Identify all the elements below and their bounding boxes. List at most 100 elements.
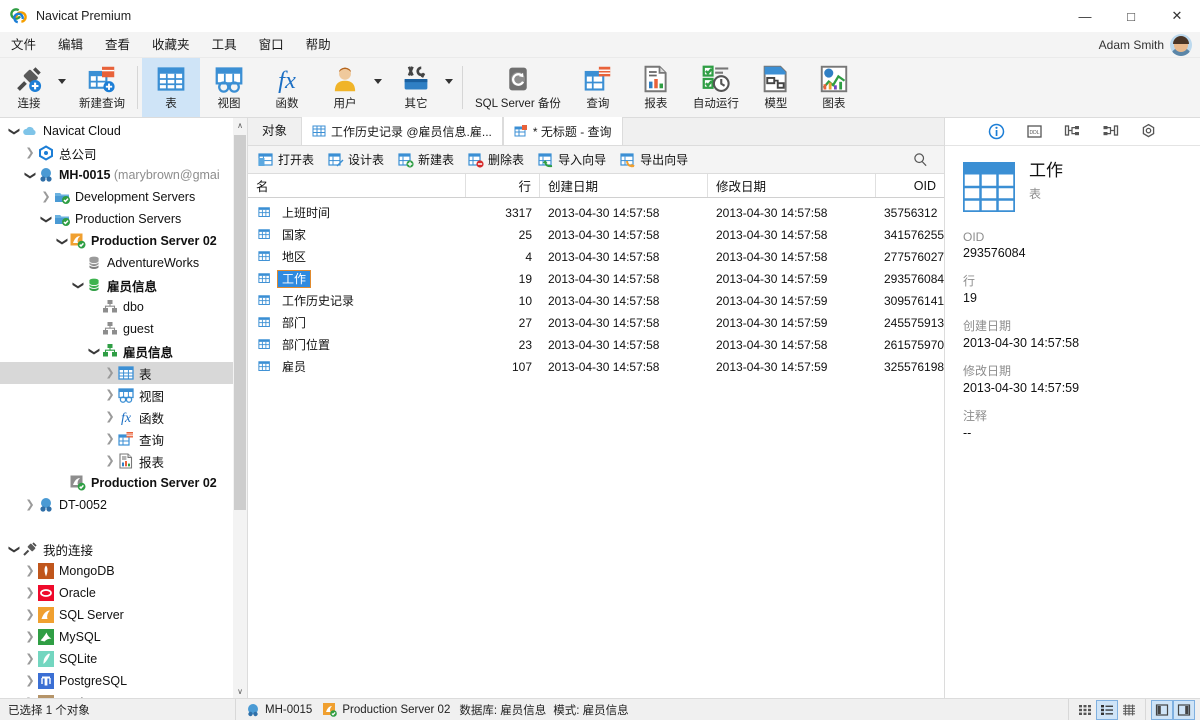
table-row[interactable]: 部门272013-04-30 14:57:582013-04-30 14:57:…	[248, 312, 944, 334]
tree-twisty[interactable]: ❯	[38, 192, 54, 203]
tree-twisty[interactable]: ❯	[22, 148, 38, 159]
tree-item-dbo[interactable]: dbo	[0, 296, 233, 318]
toolbar-dropdown-arrow[interactable]	[374, 58, 387, 117]
menu-help[interactable]: 帮助	[295, 32, 342, 58]
toolbar-button-view[interactable]: 视图	[200, 58, 258, 117]
tree-twisty[interactable]: ❯	[102, 390, 118, 401]
tree-item-mh-0015[interactable]: ❯MH-0015 (marybrown@gmai	[0, 164, 233, 186]
grid-view-button[interactable]	[1075, 701, 1095, 719]
tree-twisty[interactable]: ❯	[38, 214, 54, 225]
tab-work-history[interactable]: 工作历史记录 @雇员信息.雇...	[301, 117, 503, 145]
tree-item-[interactable]: ❯我的连接	[0, 538, 233, 560]
objbar-import-wizard-button[interactable]: 导入向导	[532, 148, 612, 171]
objbar-design-table-button[interactable]: 设计表	[322, 148, 390, 171]
tree-twisty[interactable]: ❯	[22, 170, 38, 181]
tree-item-[interactable]: ❯视图	[0, 384, 233, 406]
menu-file[interactable]: 文件	[0, 32, 47, 58]
objbar-open-table-button[interactable]: 打开表	[252, 148, 320, 171]
maximize-button[interactable]: □	[1108, 0, 1154, 32]
toolbar-button-new-query[interactable]: 新建查询	[71, 58, 133, 117]
gear-icon[interactable]	[1139, 122, 1159, 142]
tree-twisty[interactable]: ❯	[6, 544, 22, 555]
tree-item-production-servers[interactable]: ❯Production Servers	[0, 208, 233, 230]
column-header-oid[interactable]: OID	[876, 174, 944, 197]
tree-twisty[interactable]: ❯	[6, 126, 22, 137]
tree-twisty[interactable]: ❯	[86, 346, 102, 357]
tree-twisty[interactable]: ❯	[54, 236, 70, 247]
ddl-icon[interactable]: DDL	[1025, 122, 1045, 142]
tree-item-production-server-02[interactable]: ❯Production Server 02	[0, 230, 233, 252]
column-header-created[interactable]: 创建日期	[540, 174, 708, 197]
avatar[interactable]	[1170, 34, 1192, 56]
tree-item-adventureworks[interactable]: AdventureWorks	[0, 252, 233, 274]
table-row[interactable]: 工作192013-04-30 14:57:582013-04-30 14:57:…	[248, 268, 944, 290]
objbar-new-table-button[interactable]: 新建表	[392, 148, 460, 171]
tree-item-sqlite[interactable]: ❯SQLite	[0, 648, 233, 670]
tree-twisty[interactable]: ❯	[22, 588, 38, 599]
tree-item-[interactable]: ❯雇员信息	[0, 274, 233, 296]
tree-twisty[interactable]: ❯	[102, 434, 118, 445]
user-area[interactable]: Adam Smith	[1099, 34, 1200, 56]
objbar-export-wizard-button[interactable]: 导出向导	[614, 148, 694, 171]
minimize-button[interactable]: —	[1062, 0, 1108, 32]
tree-twisty[interactable]: ❯	[102, 456, 118, 467]
tree-twisty[interactable]: ❯	[22, 698, 38, 699]
tree-item-[interactable]: ❯查询	[0, 428, 233, 450]
list-view-button[interactable]	[1097, 701, 1117, 719]
tree-item-mysql[interactable]: ❯MySQL	[0, 626, 233, 648]
menu-favorites[interactable]: 收藏夹	[141, 32, 201, 58]
tree-item-oracle[interactable]: ❯Oracle	[0, 582, 233, 604]
table-row[interactable]: 上班时间33172013-04-30 14:57:582013-04-30 14…	[248, 202, 944, 224]
scroll-up-arrow[interactable]: ∧	[233, 118, 247, 132]
toolbar-button-user[interactable]: 用户	[316, 58, 374, 117]
toolbar-button-chart[interactable]: 图表	[805, 58, 863, 117]
scroll-thumb[interactable]	[234, 135, 246, 510]
toolbar-button-backup[interactable]: SQL Server 备份	[467, 58, 569, 117]
table-row[interactable]: 工作历史记录102013-04-30 14:57:582013-04-30 14…	[248, 290, 944, 312]
tab-untitled-query[interactable]: * 无标题 - 查询	[503, 117, 623, 145]
close-button[interactable]: ✕	[1154, 0, 1200, 32]
table-row[interactable]: 国家252013-04-30 14:57:582013-04-30 14:57:…	[248, 224, 944, 246]
tree-item-development-servers[interactable]: ❯Development Servers	[0, 186, 233, 208]
toolbar-button-table[interactable]: 表	[142, 58, 200, 117]
tree-twisty[interactable]: ❯	[22, 566, 38, 577]
scroll-down-arrow[interactable]: ∨	[233, 684, 247, 698]
info-circle-icon[interactable]	[987, 122, 1007, 142]
tree-item-[interactable]: ❯报表	[0, 450, 233, 472]
tree-twisty[interactable]: ❯	[22, 610, 38, 621]
menu-window[interactable]: 窗口	[248, 32, 295, 58]
tree-item-navicat-cloud[interactable]: ❯Navicat Cloud	[0, 120, 233, 142]
column-header-rows[interactable]: 行	[466, 174, 540, 197]
tree-item-[interactable]: ❯fx函数	[0, 406, 233, 428]
tree-item-production-server-02[interactable]: Production Server 02	[0, 472, 233, 494]
toolbar-button-connection[interactable]: 连接	[0, 58, 58, 117]
table-row[interactable]: 部门位置232013-04-30 14:57:582013-04-30 14:5…	[248, 334, 944, 356]
toolbar-dropdown-arrow[interactable]	[445, 58, 458, 117]
tree-item-[interactable]: ❯雇员信息	[0, 340, 233, 362]
tree-twisty[interactable]: ❯	[22, 500, 38, 511]
tree-item-[interactable]: ❯总公司	[0, 142, 233, 164]
detail-view-button[interactable]	[1119, 701, 1139, 719]
toolbar-button-query[interactable]: 查询	[569, 58, 627, 117]
toolbar-dropdown-arrow[interactable]	[58, 58, 71, 117]
tree-twisty[interactable]: ❯	[102, 368, 118, 379]
tree-item-sql-server[interactable]: ❯SQL Server	[0, 604, 233, 626]
toolbar-button-other-tools[interactable]: 其它	[387, 58, 445, 117]
menu-tools[interactable]: 工具	[201, 32, 248, 58]
tree-item-mongodb[interactable]: ❯MongoDB	[0, 560, 233, 582]
toolbar-button-model[interactable]: 模型	[747, 58, 805, 117]
relations-icon[interactable]	[1063, 122, 1083, 142]
menu-edit[interactable]: 编辑	[47, 32, 94, 58]
connection-tree[interactable]: ❯Navicat Cloud❯总公司❯MH-0015 (marybrown@gm…	[0, 118, 233, 698]
toolbar-button-report[interactable]: 报表	[627, 58, 685, 117]
tree-item-postgresql[interactable]: ❯PostgreSQL	[0, 670, 233, 692]
toggle-right-pane-button[interactable]	[1174, 701, 1194, 719]
column-header-modified[interactable]: 修改日期	[708, 174, 876, 197]
tree-item-dt-0052[interactable]: ❯DT-0052	[0, 494, 233, 516]
table-row[interactable]: 地区42013-04-30 14:57:582013-04-30 14:57:5…	[248, 246, 944, 268]
tree-twisty[interactable]: ❯	[22, 632, 38, 643]
tree-item-mariadb[interactable]: ❯MariaDB	[0, 692, 233, 698]
tree-item-[interactable]: ❯表	[0, 362, 233, 384]
toolbar-button-function[interactable]: fx函数	[258, 58, 316, 117]
column-header-name[interactable]: 名	[248, 174, 466, 197]
